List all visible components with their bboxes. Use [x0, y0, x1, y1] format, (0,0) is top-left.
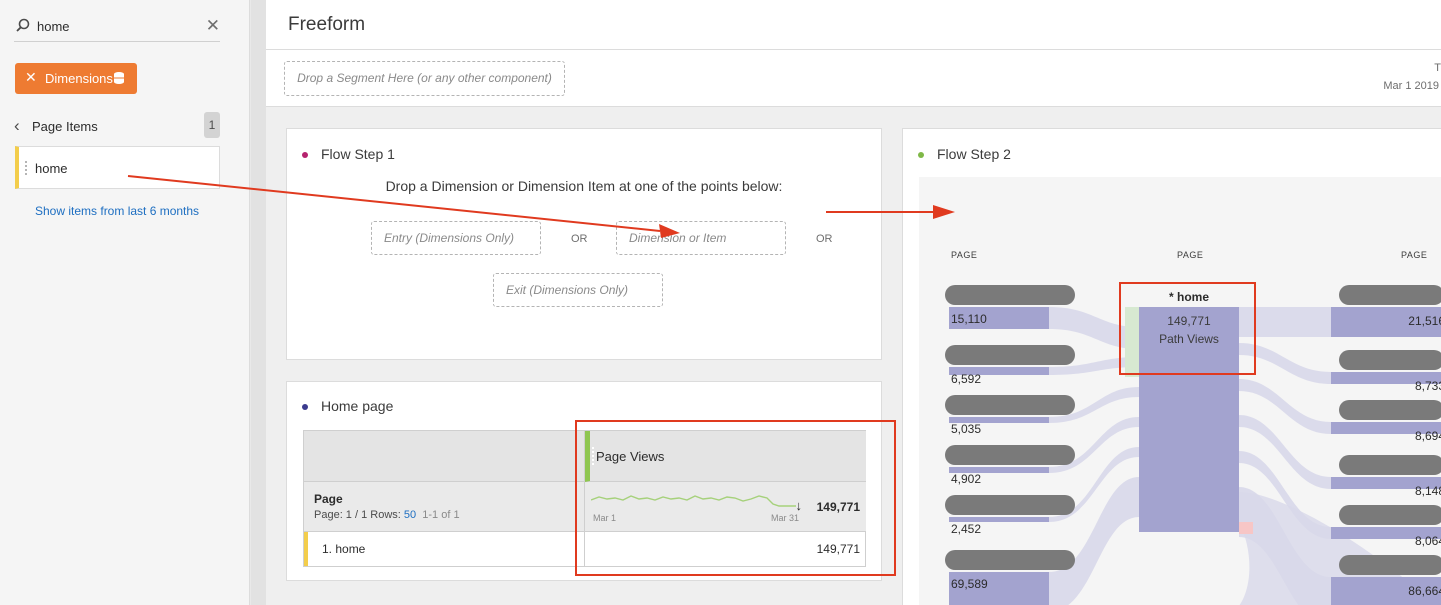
right-node-value: 8,148	[1415, 484, 1441, 498]
pagination: Page: 1 / 1 Rows: 50 1-1 of 1	[314, 509, 460, 521]
filter-chip-label: Dimensions	[45, 71, 113, 86]
right-node-value: 21,516	[1408, 314, 1441, 328]
remove-filter-icon[interactable]: ✕	[25, 69, 37, 86]
show-items-link[interactable]: Show items from last 6 months	[35, 204, 199, 218]
left-node-value: 4,902	[951, 472, 981, 486]
range-label: 1-1 of 1	[422, 509, 460, 521]
redacted-label	[1339, 400, 1441, 420]
table-row[interactable]: 1. home	[304, 532, 585, 566]
right-node-value: 8,064	[1415, 534, 1441, 548]
flow-step-1-panel: Flow Step 1 Drop a Dimension or Dimensio…	[286, 128, 882, 360]
redacted-label	[1339, 455, 1441, 475]
chevron-left-icon[interactable]: ‹	[14, 116, 20, 136]
left-panel: home ✕ ✕ Dimensions ‹ Page Items 1 home …	[0, 0, 250, 605]
dimension-name: Page	[314, 492, 343, 506]
status-dot-icon	[302, 404, 308, 410]
redacted-label	[945, 550, 1075, 570]
segment-bar: Drop a Segment Here (or any other compon…	[266, 50, 1441, 107]
panel-title: Flow Step 1	[321, 146, 395, 162]
exit-indicator	[1239, 522, 1253, 534]
database-icon	[114, 72, 124, 84]
left-node-value: 5,035	[951, 422, 981, 436]
panel-title: Home page	[321, 398, 394, 414]
segment-drop-zone[interactable]: Drop a Segment Here (or any other compon…	[284, 61, 565, 96]
list-item-home[interactable]: home	[15, 146, 220, 189]
breadcrumb-label: Page Items	[32, 119, 98, 134]
table-corner	[304, 431, 585, 482]
redacted-label	[1339, 285, 1441, 305]
redacted-label	[1339, 350, 1441, 370]
project-header: Freeform	[266, 0, 1441, 50]
panel-title: Flow Step 2	[937, 146, 1011, 162]
clear-search-icon[interactable]: ✕	[206, 16, 220, 36]
pagination-label: Page: 1 / 1 Rows:	[314, 509, 404, 521]
instruction-text: Drop a Dimension or Dimension Item at on…	[385, 178, 783, 194]
list-item-label: home	[35, 161, 68, 176]
search-field[interactable]: home ✕	[14, 12, 220, 42]
redacted-label	[945, 345, 1075, 365]
breadcrumb-page-items[interactable]: ‹ Page Items 1	[14, 112, 220, 138]
redacted-label	[945, 395, 1075, 415]
date-range-label[interactable]: T	[1434, 62, 1441, 74]
panel-divider[interactable]	[251, 0, 266, 605]
right-node-value: 86,664	[1408, 584, 1441, 598]
page-title: Freeform	[288, 14, 366, 35]
dimension-drop-zone[interactable]: Dimension or Item	[616, 221, 786, 255]
redacted-label	[1339, 505, 1441, 525]
flow-visualization: PAGE PAGE PAGE * home 149,771 Path Views 15…	[919, 177, 1441, 605]
right-node-value: 8,733	[1415, 379, 1441, 393]
right-node-value: 8,694	[1415, 429, 1441, 443]
exit-drop-zone[interactable]: Exit (Dimensions Only)	[493, 273, 663, 307]
redacted-label	[1339, 555, 1441, 575]
redacted-label	[945, 285, 1075, 305]
date-range[interactable]: Mar 1 2019	[1383, 80, 1439, 92]
annotation-highlight-box	[1119, 282, 1256, 375]
item-count-badge: 1	[204, 112, 220, 138]
search-icon	[16, 18, 30, 32]
or-label: OR	[816, 233, 833, 245]
flow-diagram: * home149,771Path Views15,1106,5925,0354…	[945, 285, 1441, 605]
annotation-highlight-box	[575, 420, 896, 576]
search-input[interactable]: home	[37, 19, 70, 34]
status-dot-icon	[918, 152, 924, 158]
dimension-header: Page Page: 1 / 1 Rows: 50 1-1 of 1	[304, 482, 585, 532]
or-label: OR	[571, 233, 588, 245]
dimensions-filter-chip[interactable]: ✕ Dimensions	[15, 63, 137, 94]
drag-handle-icon[interactable]	[25, 161, 27, 175]
row-label: 1. home	[322, 542, 366, 556]
redacted-label	[945, 495, 1075, 515]
left-node-value: 69,589	[951, 577, 988, 591]
left-node-value: 2,452	[951, 522, 981, 536]
left-node-value: 15,110	[951, 312, 987, 326]
left-node-value: 6,592	[951, 372, 981, 386]
entry-drop-zone[interactable]: Entry (Dimensions Only)	[371, 221, 541, 255]
redacted-label	[945, 445, 1075, 465]
rows-select[interactable]: 50	[404, 509, 416, 521]
status-dot-icon	[302, 152, 308, 158]
